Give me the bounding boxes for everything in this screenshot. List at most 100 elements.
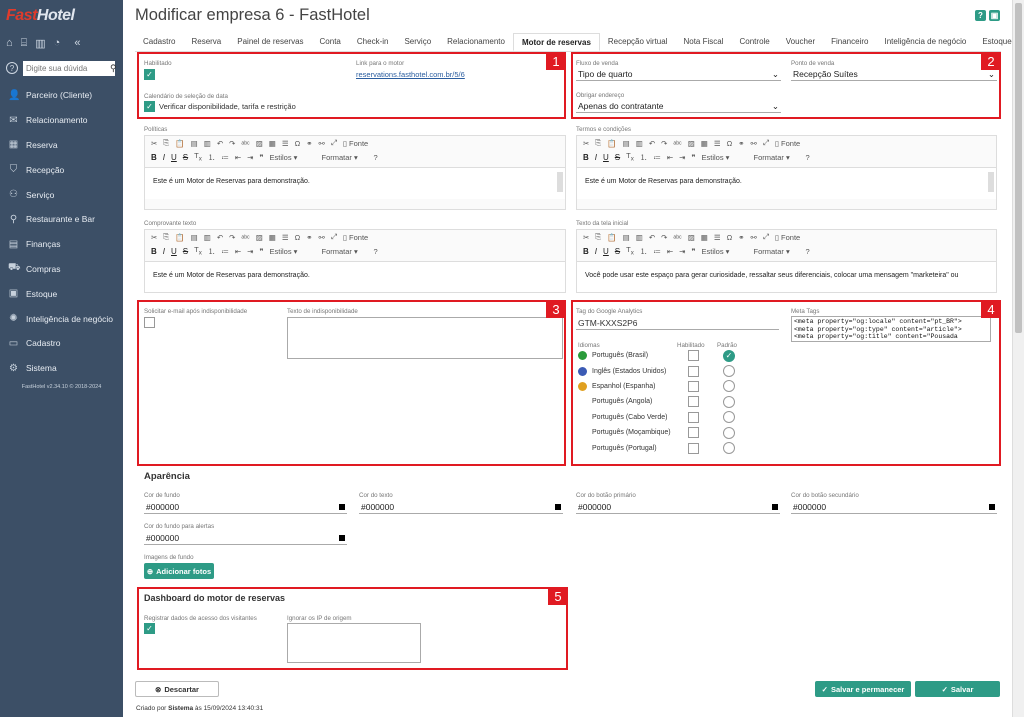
sidebar-item[interactable]: ⛟ Compras — [0, 257, 123, 282]
gauge-icon[interactable]: ◔ — [54, 37, 61, 49]
omega-icon[interactable]: Ω — [727, 139, 733, 148]
tab-item[interactable]: Cadastro — [135, 33, 183, 51]
search-icon[interactable]: ⚲ — [110, 63, 117, 74]
copy-icon[interactable]: ⎘ — [595, 138, 601, 148]
bullet-list-icon[interactable]: ≔ — [221, 153, 229, 162]
table-icon[interactable]: ▦ — [269, 139, 276, 148]
indent-icon[interactable]: ⇥ — [247, 153, 253, 162]
format-dropdown[interactable]: Formatar ▾ — [754, 247, 800, 256]
sidebar-item[interactable]: ▣ Estoque — [0, 281, 123, 306]
cut-icon[interactable]: ✂ — [151, 139, 157, 148]
maximize-icon[interactable]: ⤢ — [763, 232, 769, 242]
undo-icon[interactable]: ↶ — [217, 233, 223, 242]
hr-icon[interactable]: ☰ — [714, 233, 721, 242]
bold-icon[interactable]: B — [151, 247, 157, 256]
quote-icon[interactable]: ❞ — [259, 247, 263, 256]
strike-icon[interactable]: S — [183, 153, 188, 162]
format-dropdown[interactable]: Formatar ▾ — [754, 153, 800, 162]
salvar-button[interactable]: ✓ Salvar — [915, 681, 1000, 697]
add-fotos-button[interactable]: ⊕ Adicionar fotos — [144, 563, 214, 579]
termos-editor[interactable]: ✂ ⎘ 📋 ▤ ▥ ↶ ↷ ᵃᵇᶜ ▨ ▦ ☰ Ω ⚭ ⚯ ⤢ ▯ Fonte B I U S Tx ⒈ ≔ ⇤ ⇥… — [576, 135, 997, 210]
paste-icon[interactable]: 📋 — [175, 233, 184, 242]
omega-icon[interactable]: Ω — [295, 233, 301, 242]
salvar-permanecer-button[interactable]: ✓ Salvar e permanecer — [815, 681, 911, 697]
sidebar-item[interactable]: ▭ Cadastro — [0, 331, 123, 356]
lock-icon[interactable]: ▣ — [989, 10, 1000, 21]
link-icon[interactable]: ⚭ — [306, 139, 312, 148]
sidebar-item[interactable]: ⚙ Sistema — [0, 356, 123, 381]
styles-dropdown[interactable]: Estilos ▾ — [702, 247, 748, 256]
clear-format-icon[interactable]: Tx — [626, 151, 634, 163]
bold-icon[interactable]: B — [151, 153, 157, 162]
copy-icon[interactable]: ⎘ — [163, 232, 169, 242]
underline-icon[interactable]: U — [171, 153, 177, 162]
underline-icon[interactable]: U — [603, 247, 609, 256]
paste-word-icon[interactable]: ▥ — [204, 139, 211, 148]
quote-icon[interactable]: ❞ — [691, 153, 695, 162]
sidebar-item[interactable]: 👤 Parceiro (Cliente) — [0, 83, 123, 108]
editor-scrollbar[interactable] — [557, 172, 563, 192]
editor-content[interactable]: Este é um Motor de Reservas para demonst… — [145, 261, 565, 292]
redo-icon[interactable]: ↷ — [661, 233, 667, 242]
strike-icon[interactable]: S — [615, 247, 620, 256]
bullet-list-icon[interactable]: ≔ — [653, 247, 661, 256]
ordered-list-icon[interactable]: ⒈ — [640, 152, 648, 163]
indent-icon[interactable]: ⇥ — [679, 153, 685, 162]
strike-icon[interactable]: S — [615, 153, 620, 162]
unlink-icon[interactable]: ⚯ — [751, 233, 757, 242]
spellcheck-icon[interactable]: ᵃᵇᶜ — [673, 139, 681, 148]
sidebar-item[interactable]: ✺ Inteligência de negócio — [0, 306, 123, 331]
tab-item[interactable]: Painel de reservas — [229, 33, 311, 51]
unlink-icon[interactable]: ⚯ — [751, 139, 757, 148]
spellcheck-icon[interactable]: ᵃᵇᶜ — [241, 233, 249, 242]
unlink-icon[interactable]: ⚯ — [319, 233, 325, 242]
link-icon[interactable]: ⚭ — [306, 233, 312, 242]
color-swatch[interactable] — [339, 534, 345, 541]
unlink-icon[interactable]: ⚯ — [319, 139, 325, 148]
tab-item[interactable]: Financeiro — [823, 33, 876, 51]
cut-icon[interactable]: ✂ — [583, 233, 589, 242]
sidebar-item[interactable]: ⚇ Serviço — [0, 182, 123, 207]
editor-content[interactable]: Este é um Motor de Reservas para demonst… — [577, 167, 996, 199]
source-icon[interactable]: ▯ Fonte — [343, 139, 368, 148]
cor-texto-input[interactable]: #000000 — [359, 500, 563, 514]
tab-item[interactable]: Serviço — [396, 33, 439, 51]
tela-editor[interactable]: ✂ ⎘ 📋 ▤ ▥ ↶ ↷ ᵃᵇᶜ ▨ ▦ ☰ Ω ⚭ ⚯ ⤢ ▯ Fonte B I U S Tx ⒈ ≔ ⇤ ⇥… — [576, 229, 997, 293]
sidebar-item[interactable]: ⚲ Restaurante e Bar — [0, 207, 123, 232]
outdent-icon[interactable]: ⇤ — [235, 153, 241, 162]
styles-dropdown[interactable]: Estilos ▾ — [702, 153, 748, 162]
paste-text-icon[interactable]: ▤ — [191, 139, 198, 148]
help-icon[interactable]: ? — [374, 153, 378, 162]
page-scrollbar[interactable] — [1013, 0, 1024, 717]
home-icon[interactable]: ⌂ — [6, 37, 13, 49]
image-icon[interactable]: ▨ — [688, 139, 695, 148]
fasthotel-logo[interactable]: Fast Hotel — [0, 0, 123, 31]
tab-item[interactable]: Controle — [732, 33, 778, 51]
paste-word-icon[interactable]: ▥ — [204, 233, 211, 242]
italic-icon[interactable]: I — [595, 247, 597, 256]
redo-icon[interactable]: ↷ — [229, 139, 235, 148]
scrollbar-thumb[interactable] — [1015, 3, 1022, 333]
tab-item[interactable]: Voucher — [778, 33, 823, 51]
help-button[interactable]: ? — [975, 10, 986, 21]
color-swatch[interactable] — [989, 503, 995, 510]
clear-format-icon[interactable]: Tx — [626, 245, 634, 257]
bullet-list-icon[interactable]: ≔ — [653, 153, 661, 162]
hr-icon[interactable]: ☰ — [282, 139, 289, 148]
descartar-button[interactable]: ⊗ Descartar — [135, 681, 219, 697]
maximize-icon[interactable]: ⤢ — [331, 232, 337, 242]
underline-icon[interactable]: U — [603, 153, 609, 162]
outdent-icon[interactable]: ⇤ — [667, 153, 673, 162]
building-icon[interactable]: ⌸ — [21, 37, 28, 50]
clear-format-icon[interactable]: Tx — [194, 151, 202, 163]
outdent-icon[interactable]: ⇤ — [667, 247, 673, 256]
undo-icon[interactable]: ↶ — [649, 233, 655, 242]
format-dropdown[interactable]: Formatar ▾ — [322, 153, 368, 162]
paste-icon[interactable]: 📋 — [607, 139, 616, 148]
paste-text-icon[interactable]: ▤ — [623, 233, 630, 242]
quote-icon[interactable]: ❞ — [691, 247, 695, 256]
hr-icon[interactable]: ☰ — [282, 233, 289, 242]
cor-secundario-input[interactable]: #000000 — [791, 500, 997, 514]
bullet-list-icon[interactable]: ≔ — [221, 247, 229, 256]
strike-icon[interactable]: S — [183, 247, 188, 256]
